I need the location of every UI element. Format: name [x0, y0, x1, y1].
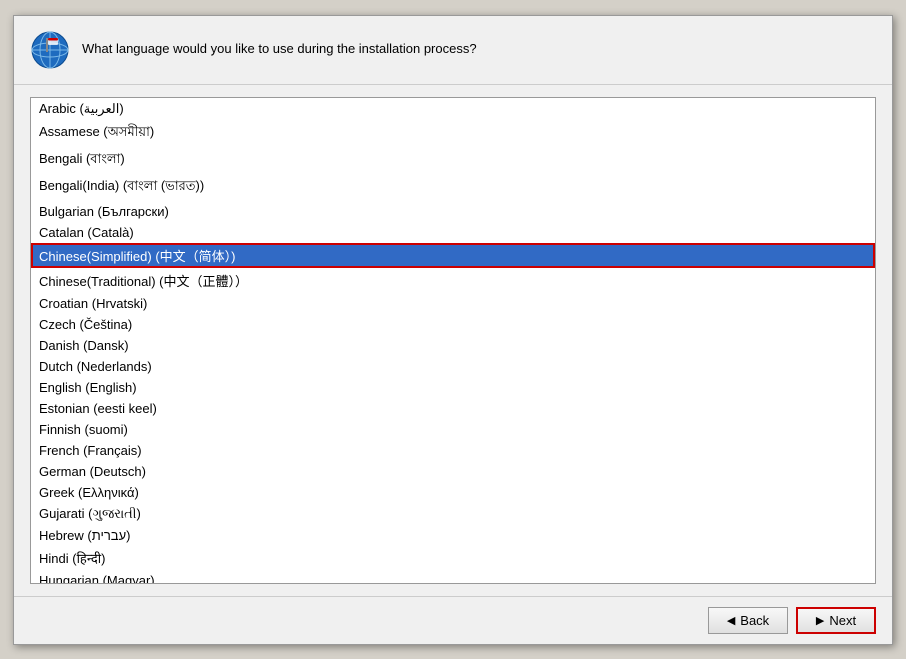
list-item[interactable]: Greek (Ελληνικά): [31, 482, 875, 503]
list-item[interactable]: Gujarati (ગુજરાતી): [31, 503, 875, 525]
list-item[interactable]: Croatian (Hrvatski): [31, 293, 875, 314]
back-arrow-icon: ◀: [727, 614, 735, 627]
list-item[interactable]: Chinese(Simplified) (中文（简体）): [31, 243, 875, 268]
language-list-scroll[interactable]: Arabic (العربية)Assamese (অসমীয়া)Bengal…: [31, 98, 875, 583]
list-item[interactable]: Hindi (हिन्दी): [31, 546, 875, 570]
list-item[interactable]: Bulgarian (Български): [31, 201, 875, 222]
installer-dialog: What language would you like to use duri…: [13, 15, 893, 645]
list-item[interactable]: Czech (Čeština): [31, 314, 875, 335]
list-item[interactable]: Bengali(India) (বাংলা (ভারত)): [31, 174, 875, 201]
dialog-header: What language would you like to use duri…: [14, 16, 892, 85]
list-item[interactable]: German (Deutsch): [31, 461, 875, 482]
installer-icon: [30, 30, 70, 70]
list-item[interactable]: Assamese (অসমীয়া): [31, 120, 875, 147]
list-item[interactable]: Bengali (বাংলা): [31, 147, 875, 174]
list-item[interactable]: Arabic (العربية): [31, 98, 875, 120]
list-item[interactable]: English (English): [31, 377, 875, 398]
dialog-footer: ◀ Back ▶ Next: [14, 596, 892, 644]
dialog-content: Arabic (العربية)Assamese (অসমীয়া)Bengal…: [14, 85, 892, 596]
list-item[interactable]: Finnish (suomi): [31, 419, 875, 440]
next-button[interactable]: ▶ Next: [796, 607, 876, 634]
list-item[interactable]: French (Français): [31, 440, 875, 461]
list-item[interactable]: Catalan (Català): [31, 222, 875, 243]
list-item[interactable]: Danish (Dansk): [31, 335, 875, 356]
list-item[interactable]: Dutch (Nederlands): [31, 356, 875, 377]
list-item[interactable]: Hungarian (Magyar): [31, 570, 875, 583]
list-item[interactable]: Estonian (eesti keel): [31, 398, 875, 419]
next-label: Next: [829, 613, 856, 628]
back-label: Back: [740, 613, 769, 628]
list-item[interactable]: Hebrew (עברית): [31, 525, 875, 546]
list-item[interactable]: Chinese(Traditional) (中文（正體））: [31, 268, 875, 293]
next-arrow-icon: ▶: [816, 614, 824, 627]
dialog-title: What language would you like to use duri…: [82, 40, 477, 58]
back-button[interactable]: ◀ Back: [708, 607, 788, 634]
language-list-container: Arabic (العربية)Assamese (অসমীয়া)Bengal…: [30, 97, 876, 584]
